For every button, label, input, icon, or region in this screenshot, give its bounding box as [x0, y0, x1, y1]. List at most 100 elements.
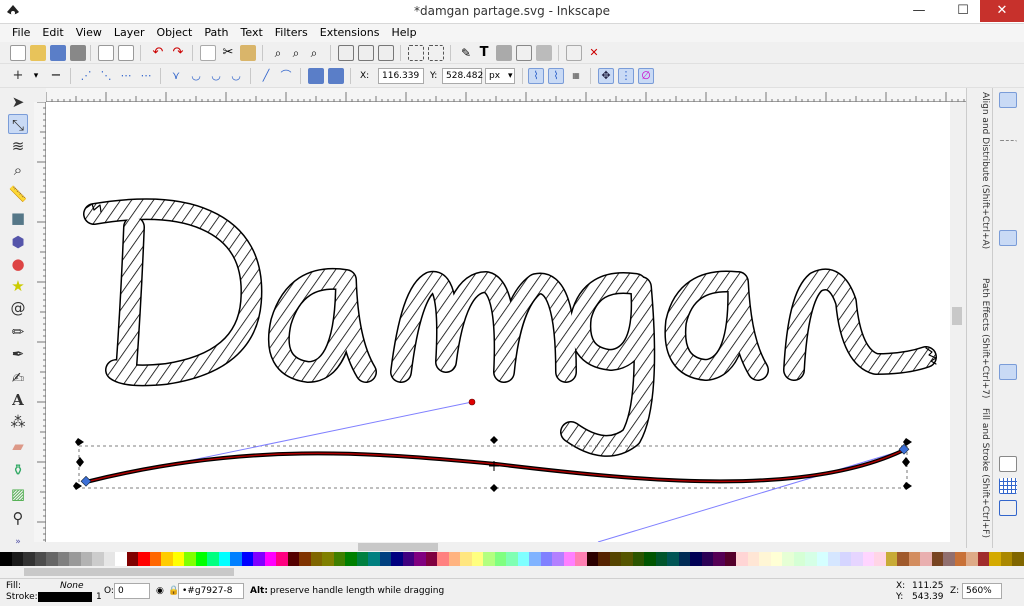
maximize-button[interactable]: ☐ [946, 0, 980, 22]
color-swatch[interactable] [851, 552, 863, 566]
color-swatch[interactable] [34, 552, 46, 566]
print-icon[interactable] [70, 45, 86, 61]
menu-text[interactable]: Text [235, 24, 269, 42]
unlink-clone-icon[interactable] [378, 45, 394, 61]
rectangle-tool-icon[interactable]: ■ [8, 208, 28, 228]
duplicate-icon[interactable] [338, 45, 354, 61]
color-swatch[interactable] [218, 552, 230, 566]
snap-paths-icon[interactable] [999, 254, 1017, 270]
export-icon[interactable] [118, 45, 134, 61]
color-swatch[interactable] [563, 552, 575, 566]
color-swatch[interactable] [621, 552, 633, 566]
color-swatch[interactable] [1000, 552, 1012, 566]
dropper-tool-icon[interactable]: ⚲ [8, 508, 28, 528]
bezier-handle-node[interactable] [468, 398, 476, 406]
undo-icon[interactable]: ↶ [150, 45, 166, 61]
delete-segment-icon[interactable]: ⋯ [138, 68, 154, 84]
color-swatch[interactable] [920, 552, 932, 566]
fill-value[interactable]: None [60, 581, 83, 591]
color-swatch[interactable] [0, 552, 12, 566]
zoom-tool-icon[interactable]: ⌕ [8, 160, 28, 180]
color-palette[interactable] [0, 552, 1024, 566]
color-swatch[interactable] [724, 552, 736, 566]
node-tool-icon[interactable]: ⤡ [8, 114, 28, 134]
color-swatch[interactable] [598, 552, 610, 566]
color-swatch[interactable] [391, 552, 403, 566]
edit-path-effect-icon[interactable]: ⌇ [528, 68, 544, 84]
color-swatch[interactable] [402, 552, 414, 566]
color-swatch[interactable] [115, 552, 127, 566]
zoom-drawing-icon[interactable]: ⌕ [288, 45, 304, 61]
color-swatch[interactable] [483, 552, 495, 566]
color-swatch[interactable] [161, 552, 173, 566]
spiral-tool-icon[interactable]: @ [8, 298, 28, 318]
snap-intersections-icon[interactable] [999, 276, 1017, 292]
color-swatch[interactable] [345, 552, 357, 566]
cusp-node-icon[interactable]: ⋎ [168, 68, 184, 84]
color-swatch[interactable] [460, 552, 472, 566]
color-swatch[interactable] [517, 552, 529, 566]
insert-node-icon[interactable]: + [10, 68, 26, 84]
object-to-path-icon[interactable] [308, 68, 324, 84]
color-swatch[interactable] [701, 552, 713, 566]
color-swatch[interactable] [529, 552, 541, 566]
align-distribute-icon[interactable] [536, 45, 552, 61]
edit-clip-icon[interactable]: ⌇ [548, 68, 564, 84]
menu-path[interactable]: Path [198, 24, 234, 42]
gradient-tool-icon[interactable]: ▨ [8, 484, 28, 504]
color-swatch[interactable] [782, 552, 794, 566]
menu-edit[interactable]: Edit [36, 24, 69, 42]
snap-rotation-center-icon[interactable] [999, 410, 1017, 426]
color-swatch[interactable] [92, 552, 104, 566]
chevron-down-icon[interactable]: ▾ [28, 68, 44, 84]
menu-filters[interactable]: Filters [269, 24, 314, 42]
color-swatch[interactable] [471, 552, 483, 566]
text-tool-icon[interactable]: A [8, 390, 28, 410]
pencil-tool-icon[interactable]: ✏ [8, 322, 28, 342]
pen-tool-icon[interactable]: ✒ [8, 344, 28, 364]
color-swatch[interactable] [747, 552, 759, 566]
color-swatch[interactable] [977, 552, 989, 566]
color-swatch[interactable] [172, 552, 184, 566]
layers-icon[interactable] [496, 45, 512, 61]
color-swatch[interactable] [448, 552, 460, 566]
snap-enable-icon[interactable] [999, 92, 1017, 108]
color-swatch[interactable] [379, 552, 391, 566]
color-swatch[interactable] [1012, 552, 1024, 566]
color-swatch[interactable] [805, 552, 817, 566]
close-button[interactable]: ✕ [980, 0, 1024, 22]
paste-icon[interactable] [240, 45, 256, 61]
color-swatch[interactable] [506, 552, 518, 566]
color-swatch[interactable] [46, 552, 58, 566]
tweak-tool-icon[interactable]: ≋ [8, 136, 28, 156]
color-swatch[interactable] [299, 552, 311, 566]
color-swatch[interactable] [207, 552, 219, 566]
menu-help[interactable]: Help [385, 24, 422, 42]
color-swatch[interactable] [575, 552, 587, 566]
color-swatch[interactable] [11, 552, 23, 566]
more-tools-icon[interactable]: » [8, 532, 28, 552]
show-handles-icon[interactable]: ⋮ [618, 68, 634, 84]
color-swatch[interactable] [23, 552, 35, 566]
tab-align-distribute[interactable]: Align and Distribute (Shift+Ctrl+A) [970, 92, 990, 249]
horizontal-ruler[interactable] [45, 88, 966, 102]
color-swatch[interactable] [230, 552, 242, 566]
color-swatch[interactable] [368, 552, 380, 566]
break-path-icon[interactable]: ⋱ [98, 68, 114, 84]
open-folder-icon[interactable] [30, 45, 46, 61]
tab-fill-stroke[interactable]: Fill and Stroke (Shift+Ctrl+F) [970, 408, 990, 538]
color-swatch[interactable] [253, 552, 265, 566]
edit-mask-icon[interactable]: ▦ [568, 68, 584, 84]
rope-lettering[interactable] [83, 198, 937, 457]
color-swatch[interactable] [828, 552, 840, 566]
color-swatch[interactable] [885, 552, 897, 566]
zoom-page-icon[interactable]: ⌕ [306, 45, 322, 61]
smooth-node-icon[interactable]: ◡ [188, 68, 204, 84]
scroll-thumb[interactable] [358, 543, 438, 551]
color-swatch[interactable] [770, 552, 782, 566]
color-swatch[interactable] [195, 552, 207, 566]
color-swatch[interactable] [425, 552, 437, 566]
3d-box-tool-icon[interactable]: ⬢ [8, 232, 28, 252]
chevron-down-icon[interactable]: ▾ [508, 71, 513, 81]
star-tool-icon[interactable]: ★ [8, 276, 28, 296]
